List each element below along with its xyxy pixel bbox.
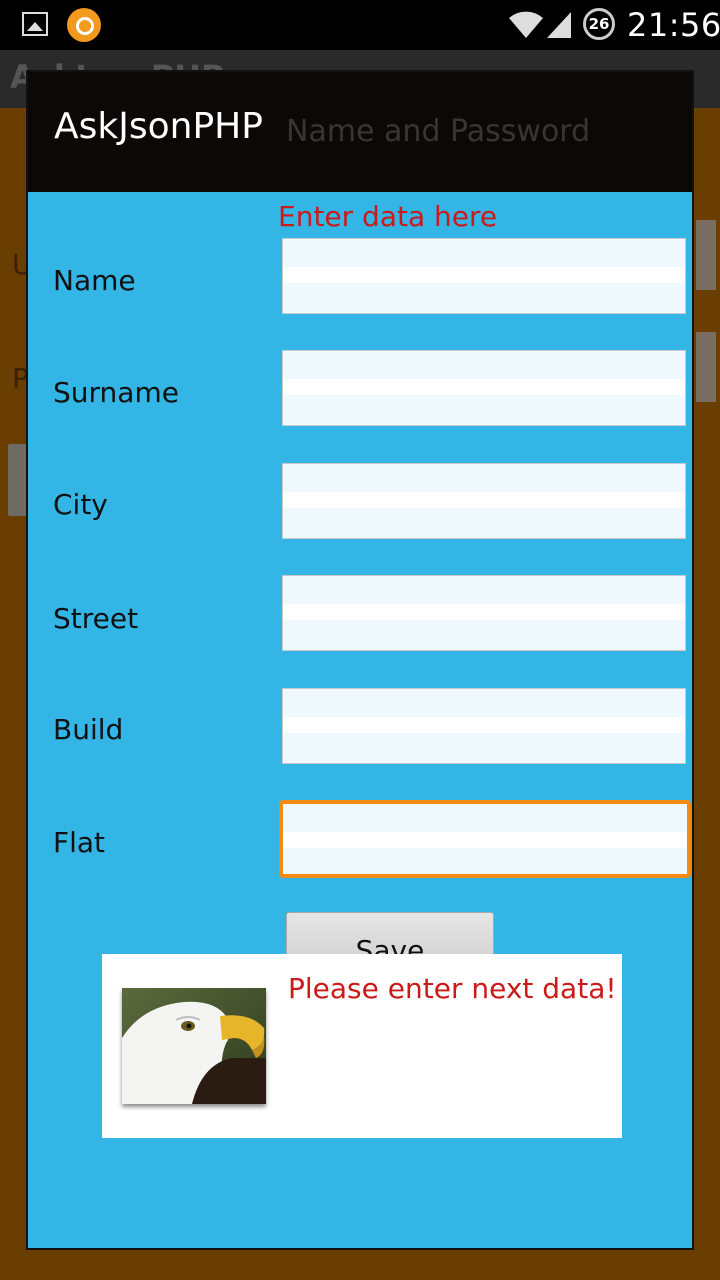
clock: 21:56: [627, 6, 720, 44]
build-label: Build: [53, 713, 124, 746]
signal-icon: [547, 12, 571, 38]
eagle-image: [122, 988, 266, 1104]
data-entry-dialog: Name and Password AskJsonPHP Enter data …: [26, 70, 694, 1250]
app-notification-icon: [67, 8, 101, 42]
toast-text: Please enter next data!: [288, 972, 617, 1005]
name-label: Name: [53, 264, 136, 297]
dialog-ghost-text: Name and Password: [286, 114, 591, 149]
status-bar: 26 21:56: [0, 0, 720, 50]
dialog-title-bar: Name and Password AskJsonPHP: [28, 72, 692, 192]
surname-field[interactable]: [282, 350, 686, 426]
toast-message: Please enter next data!: [102, 954, 622, 1138]
street-field[interactable]: [282, 575, 686, 651]
background-field-edge-1: [696, 220, 716, 290]
name-field[interactable]: [282, 238, 686, 314]
flat-label: Flat: [53, 826, 106, 859]
dialog-title: AskJsonPHP: [54, 106, 263, 147]
background-field-edge-2: [696, 332, 716, 402]
flat-field[interactable]: [279, 800, 691, 878]
data-usage-icon: 26: [583, 8, 615, 40]
city-field[interactable]: [282, 463, 686, 539]
surname-label: Surname: [53, 376, 179, 409]
enter-data-prompt: Enter data here: [278, 200, 498, 233]
gallery-icon: [22, 12, 48, 36]
build-field[interactable]: [282, 688, 686, 764]
wifi-icon: [509, 11, 543, 38]
city-label: City: [53, 488, 108, 521]
street-label: Street: [53, 602, 139, 635]
